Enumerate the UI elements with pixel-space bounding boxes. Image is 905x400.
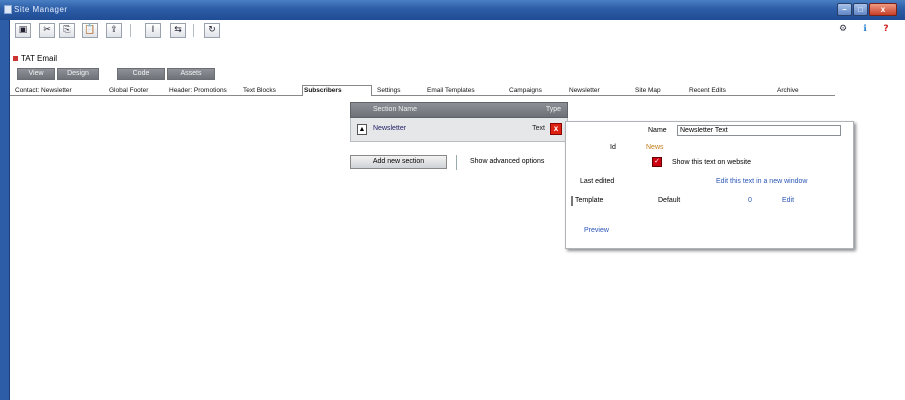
sections-table: Section Name Type ▲ Newsletter Text x xyxy=(350,102,568,142)
preview-link[interactable]: Preview xyxy=(584,227,609,234)
column-header-name[interactable]: Section Name xyxy=(373,103,417,117)
close-button[interactable]: x xyxy=(869,3,897,16)
document-path-label[interactable]: TAT Email xyxy=(21,54,57,63)
action-separator xyxy=(456,155,457,170)
application-window: Site Manager – □ x ▣ ✂ ⎘ 📋 ⇪ I ⇆ ↻ ⚙ ℹ ?… xyxy=(0,0,905,400)
last-edited-label: Last edited xyxy=(580,178,615,185)
name-field[interactable] xyxy=(677,125,841,136)
document-path: TAT Email xyxy=(13,54,57,63)
toolbar-separator xyxy=(130,24,131,37)
upload-icon[interactable]: ⇪ xyxy=(106,23,122,38)
view-button[interactable]: View xyxy=(17,68,55,80)
template-value: Default xyxy=(658,197,681,204)
tab-contact-newsletter[interactable]: Contact: Newsletter xyxy=(14,86,104,95)
cut-icon[interactable]: ✂ xyxy=(39,23,55,38)
design-button[interactable]: Design xyxy=(57,68,99,80)
tab-global-footer[interactable]: Global Footer xyxy=(108,86,164,95)
tab-settings[interactable]: Settings xyxy=(376,86,422,95)
template-row xyxy=(571,196,849,206)
maximize-button[interactable]: □ xyxy=(853,3,868,16)
move-up-icon[interactable]: ▲ xyxy=(357,124,367,135)
tab-text-blocks[interactable]: Text Blocks xyxy=(242,86,300,95)
tab-header-promotions[interactable]: Header: Promotions xyxy=(168,86,238,95)
toolbar-separator xyxy=(193,24,194,37)
tab-site-map[interactable]: Site Map xyxy=(634,86,684,95)
add-section-button[interactable]: Add new section xyxy=(350,155,447,169)
maximize-icon: □ xyxy=(858,5,863,14)
assets-button[interactable]: Assets xyxy=(167,68,215,80)
show-text-checkbox[interactable]: ✓ xyxy=(652,157,662,167)
tab-archive[interactable]: Archive xyxy=(776,86,826,95)
info-icon[interactable]: ℹ xyxy=(857,23,873,38)
edit-in-new-window-link[interactable]: Edit this text in a new window xyxy=(716,178,807,185)
tab-newsletter[interactable]: Newsletter xyxy=(568,86,630,95)
row-type: Text xyxy=(532,125,545,132)
template-marker xyxy=(571,196,573,206)
delete-icon[interactable]: x xyxy=(550,123,562,135)
name-label: Name xyxy=(648,127,667,134)
title-bar[interactable]: Site Manager – □ x xyxy=(0,0,905,20)
window-frame-left-edge xyxy=(9,20,10,400)
template-count: 0 xyxy=(748,197,752,204)
minimize-icon: – xyxy=(842,5,847,14)
settings-icon[interactable]: ⚙ xyxy=(835,23,851,38)
document-icon xyxy=(13,56,18,62)
text-cursor-icon[interactable]: I xyxy=(145,23,161,38)
close-icon: x xyxy=(880,5,886,14)
tab-email-templates[interactable]: Email Templates xyxy=(426,86,504,95)
tab-subscribers[interactable]: Subscribers xyxy=(302,85,372,96)
tab-bar: Contact: Newsletter Global Footer Header… xyxy=(10,85,835,96)
tab-recent-edits[interactable]: Recent Edits xyxy=(688,86,772,95)
column-header-type[interactable]: Type xyxy=(546,103,561,117)
table-header: Section Name Type xyxy=(350,102,568,118)
window-frame-left xyxy=(0,20,9,400)
app-icon xyxy=(4,5,12,14)
paste-icon[interactable]: 📋 xyxy=(82,23,98,38)
code-button[interactable]: Code xyxy=(117,68,165,80)
row-name[interactable]: Newsletter xyxy=(373,118,406,140)
id-value: News xyxy=(646,144,664,151)
refresh-icon[interactable]: ↻ xyxy=(204,23,220,38)
advanced-options-link[interactable]: Show advanced options xyxy=(470,158,544,165)
minimize-button[interactable]: – xyxy=(837,3,852,16)
template-label: Template xyxy=(575,197,604,204)
section-detail-panel: Name Id News ✓ Show this text on website… xyxy=(565,121,854,249)
copy-icon[interactable]: ⎘ xyxy=(59,23,75,38)
save-icon[interactable]: ▣ xyxy=(15,23,31,38)
help-icon[interactable]: ? xyxy=(878,23,894,38)
table-row[interactable]: ▲ Newsletter Text x xyxy=(350,118,568,142)
link-icon[interactable]: ⇆ xyxy=(170,23,186,38)
id-label: Id xyxy=(610,144,616,151)
template-edit-link[interactable]: Edit xyxy=(782,197,794,204)
checkbox-label: Show this text on website xyxy=(672,159,751,166)
toolbar: ▣ ✂ ⎘ 📋 ⇪ I ⇆ ↻ ⚙ ℹ ? xyxy=(10,22,895,40)
window-title: Site Manager xyxy=(14,5,68,14)
tab-campaigns[interactable]: Campaigns xyxy=(508,86,564,95)
